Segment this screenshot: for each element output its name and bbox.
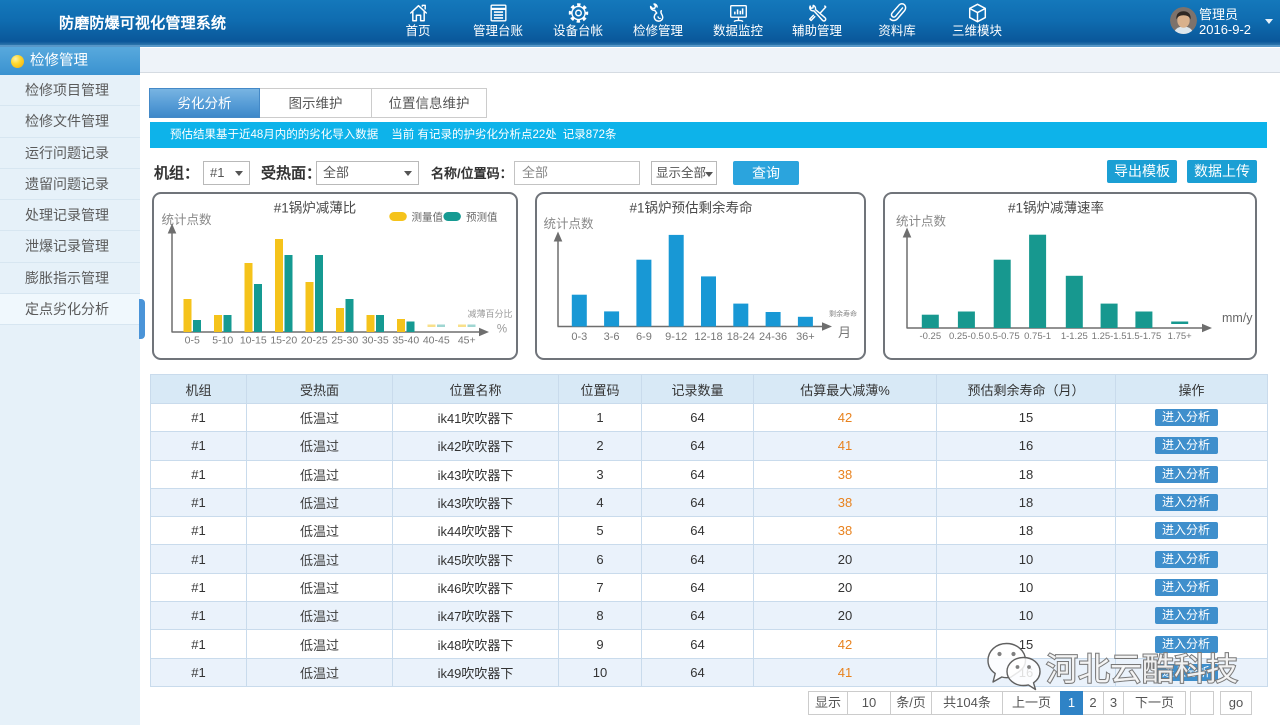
- svg-text:剩余寿命: 剩余寿命: [829, 309, 857, 318]
- svg-text:#1锅炉减薄速率: #1锅炉减薄速率: [1008, 200, 1104, 216]
- svg-text:15-20: 15-20: [270, 335, 297, 347]
- svg-text:#1锅炉减薄比: #1锅炉减薄比: [274, 201, 357, 216]
- svg-text:#1锅炉预估剩余寿命: #1锅炉预估剩余寿命: [629, 200, 753, 216]
- svg-text:1.5-1.75: 1.5-1.75: [1126, 331, 1161, 342]
- svg-text:10-15: 10-15: [240, 335, 267, 347]
- svg-text:1.25-1.5: 1.25-1.5: [1092, 331, 1127, 342]
- svg-text:40-45: 40-45: [423, 335, 450, 347]
- svg-text:0.5-0.75: 0.5-0.75: [985, 331, 1020, 342]
- svg-text:9-12: 9-12: [665, 331, 687, 343]
- svg-text:月: 月: [838, 325, 851, 340]
- svg-text:mm/y: mm/y: [1222, 311, 1253, 325]
- svg-text:统计点数: 统计点数: [162, 212, 213, 227]
- svg-text:-0.25: -0.25: [919, 331, 941, 342]
- svg-text:统计点数: 统计点数: [544, 216, 595, 231]
- svg-text:预测值: 预测值: [466, 211, 498, 224]
- svg-text:河北云酷科技: 河北云酷科技: [1046, 651, 1238, 687]
- svg-text:3-6: 3-6: [604, 331, 620, 343]
- svg-text:减薄百分比: 减薄百分比: [467, 308, 512, 319]
- svg-text:0.25-0.5: 0.25-0.5: [949, 331, 984, 342]
- svg-text:%: %: [497, 324, 507, 336]
- svg-text:0.75-1: 0.75-1: [1024, 331, 1051, 342]
- svg-text:统计点数: 统计点数: [896, 214, 947, 229]
- svg-text:12-18: 12-18: [694, 331, 722, 343]
- svg-text:24-36: 24-36: [759, 331, 787, 343]
- svg-text:25-30: 25-30: [331, 335, 358, 347]
- svg-text:35-40: 35-40: [392, 335, 419, 347]
- svg-text:测量值: 测量值: [412, 211, 444, 224]
- svg-text:20-25: 20-25: [301, 335, 328, 347]
- svg-text:0-5: 0-5: [185, 335, 200, 347]
- svg-text:18-24: 18-24: [727, 331, 755, 343]
- svg-text:45+: 45+: [458, 335, 476, 347]
- svg-text:1-1.25: 1-1.25: [1061, 331, 1088, 342]
- svg-text:30-35: 30-35: [362, 335, 389, 347]
- svg-text:6-9: 6-9: [636, 331, 652, 343]
- svg-text:1.75+: 1.75+: [1168, 331, 1192, 342]
- svg-text:0-3: 0-3: [571, 331, 587, 343]
- svg-text:5-10: 5-10: [212, 335, 233, 347]
- svg-text:36+: 36+: [796, 331, 815, 343]
